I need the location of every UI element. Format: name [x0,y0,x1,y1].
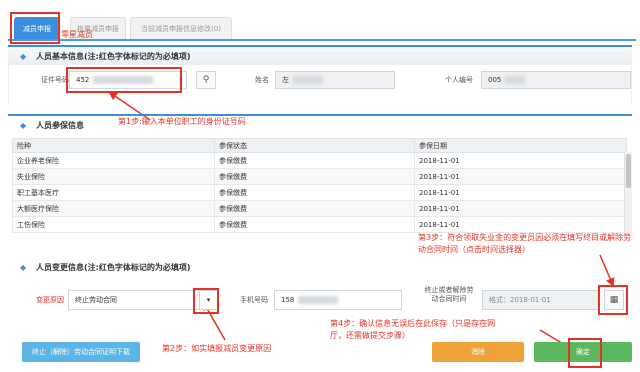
phone-label: 手机号码 [240,296,268,304]
insurance-title: 人员参保信息 [36,121,84,130]
phone-field[interactable]: 158 [274,290,402,310]
table-header-row: 险种 参保状态 参保日期 [12,138,627,153]
table-row[interactable]: 职工基本医疗 参保缴费 2018-11-01 [12,184,627,201]
change-info-header: ◆ 人员变更信息(注:红色字体标记的为必填项) [8,258,308,278]
table-row[interactable]: 失业保险 参保缴费 2018-11-01 [12,168,627,185]
chevron-up-icon: ◆ [20,52,27,61]
col-date: 参保日期 [414,138,627,153]
table-row[interactable]: 企业养老保险 参保缴费 2018-11-01 [12,152,627,169]
step3-arrow [599,254,615,288]
name-field: 左 [275,71,395,89]
date-label: 终止或者解除劳动合同时间 [424,286,474,303]
insurance-divider [8,114,632,116]
end-date-field[interactable]: 格式：2018-01-01 [482,290,600,310]
basic-info-header: ◆ 人员基本信息(注:红色字体标记的为必填项) [8,45,632,65]
basic-info-title: 人员基本信息(注:红色字体标记的为必填项) [36,52,191,61]
step1-annotation: 第1步:输入本单位职工的身份证号码 [118,117,246,126]
table-row[interactable]: 大额医疗保险 参保缴费 2018-11-01 [12,200,627,217]
reason-label: 变更原因 [36,296,64,304]
tab-modify-current[interactable]: 当前减员申报信息修改(0) [130,17,232,39]
col-insurance-type: 险种 [12,138,215,153]
step2-annotation: 第2步：如实填报减员变更原因 [162,344,272,353]
insurance-header: ◆ 人员参保信息 [8,116,108,136]
chevron-up-icon: ◆ [20,121,27,130]
table-row[interactable]: 工伤保险 参保缴费 2018-11-01 [12,216,627,233]
col-status: 参保状态 [214,138,415,153]
search-icon: ⚲ [202,75,210,85]
chevron-up-icon: ◆ [20,263,27,272]
scrollbar-thumb[interactable] [626,154,631,188]
step3-annotation: 第3步：符合领取失业金的变更员因必须在填写终目或解除劳动合同时间（点击时间选择器… [418,233,632,254]
insurance-table: 险种 参保状态 参保日期 企业养老保险 参保缴费 2018-11-01 失业保险… [12,138,627,233]
cancel-button[interactable]: 消除 [432,342,524,362]
tab-bar: 减员申报 批量减员申报 当前减员申报信息修改(0) [8,17,636,41]
change-info-title: 人员变更信息(注:红色字体标记的为必填项) [36,263,191,272]
tab-note: 零星减员 [61,30,93,39]
step4-annotation: 第4步：确认信息无误后在此保存（只是存在网厅，还需做提交步骤） [330,319,496,340]
search-button[interactable]: ⚲ [196,71,216,89]
id-label: 证件号码 [41,76,69,84]
tab-highlight-box [10,12,60,44]
personal-no-label: 个人编号 [445,76,473,84]
date-picker-highlight-box [598,285,628,315]
download-certificate-button[interactable]: 终止（解除）劳动合同证明下载 [22,342,140,362]
table-scrollbar[interactable] [624,152,632,234]
confirm-highlight-box [568,338,602,368]
reason-highlight-box [193,288,219,314]
name-label: 姓名 [255,76,269,84]
id-highlight-box [66,67,182,93]
personal-no-field: 005 [481,71,631,89]
